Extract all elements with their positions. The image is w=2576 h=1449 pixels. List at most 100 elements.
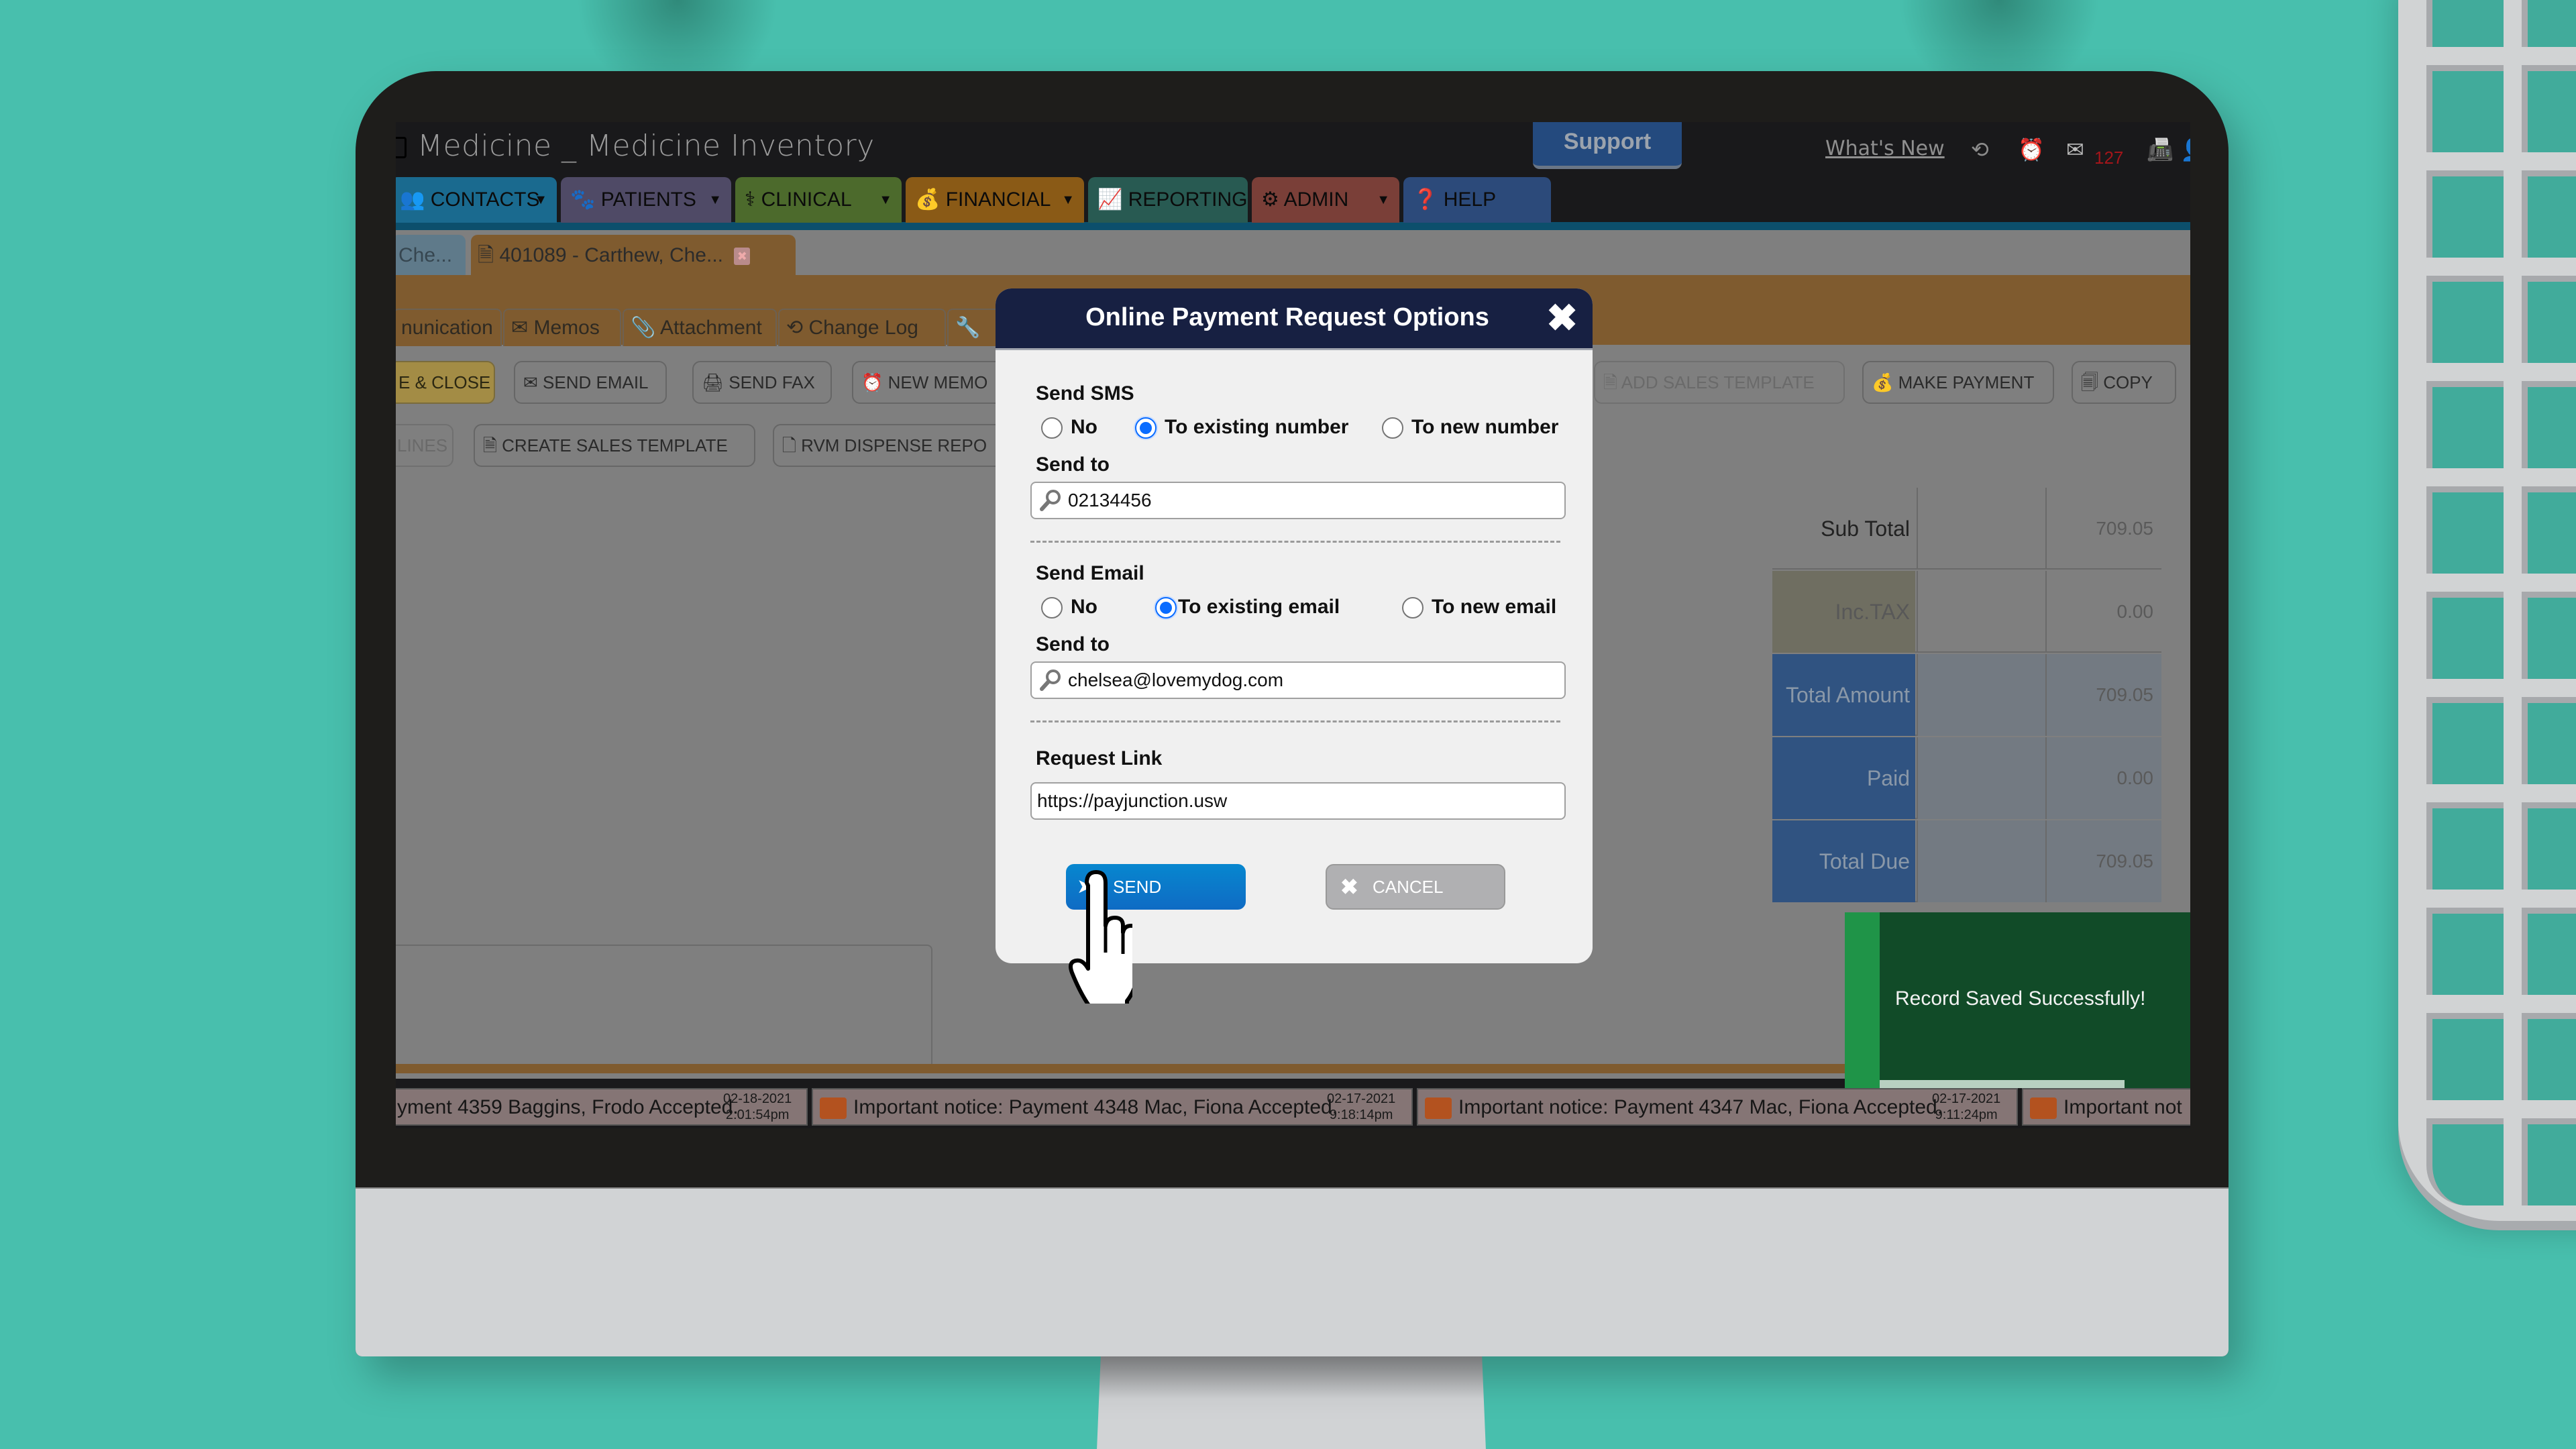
create-sales-template-button[interactable]: 🗎 CREATE SALES TEMPLATE — [474, 424, 755, 467]
email-send-to-input[interactable]: chelsea@lovemydog.com — [1030, 661, 1566, 699]
ticker-timestamp: 02-17-2021 9:18:14pm — [1327, 1091, 1395, 1123]
template-add-icon: 🗎 — [1603, 372, 1617, 392]
button-label: SEND EMAIL — [543, 372, 649, 392]
radio-button[interactable] — [1041, 417, 1063, 439]
ticker-item[interactable]: Important notice: Payment 4348 Mac, Fion… — [812, 1088, 1413, 1126]
copy-button[interactable]: 🗐 COPY — [2072, 361, 2176, 404]
fax-icon[interactable]: 📠 — [2147, 137, 2174, 162]
ticker-item[interactable]: Important not — [2022, 1088, 2190, 1126]
totals-value: 0.00 — [2045, 571, 2161, 653]
close-tab-icon[interactable]: ✖ — [734, 248, 751, 266]
send-fax-button[interactable]: 🖨 SEND FAX — [692, 361, 832, 404]
totals-value: 0.00 — [2045, 737, 2161, 819]
new-memo-button[interactable]: ⏰ NEW MEMO — [852, 361, 1013, 404]
button-label: NEW MEMO — [888, 372, 988, 392]
subtab-label: Change Log — [808, 317, 918, 339]
nav-tab-contacts[interactable]: 👥 CONTACTS ▼ — [396, 177, 557, 223]
sms-send-to-label: Send to — [1036, 453, 1110, 476]
sms-option-existing[interactable]: To existing number — [1135, 416, 1348, 439]
make-payment-button[interactable]: 💰 MAKE PAYMENT — [1862, 361, 2054, 404]
nav-tab-admin[interactable]: ⚙ ADMIN ▼ — [1252, 177, 1399, 223]
grid-pane — [2522, 276, 2576, 363]
ticker-date: 02-17-2021 — [1327, 1091, 1396, 1106]
chevron-down-icon[interactable]: ▼ — [1061, 177, 1075, 223]
subtab-change-log[interactable]: ⟲ Change Log — [778, 309, 946, 346]
radio-button[interactable] — [1382, 417, 1403, 439]
grid-pane — [2522, 486, 2576, 574]
rvm-dispense-report-button[interactable]: 🗋 RVM DISPENSE REPO — [773, 424, 1028, 467]
user-icon[interactable]: 👤 — [2180, 137, 2190, 162]
button-label: COPY — [2103, 372, 2153, 392]
ticker-item[interactable]: yment 4359 Baggins, Frodo Accepted. 02-1… — [396, 1088, 808, 1126]
subtab-attachment[interactable]: 📎 Attachment — [623, 309, 777, 346]
pdf-icon: 🗋 — [782, 435, 796, 455]
monitor-chin — [356, 1187, 2229, 1356]
nav-tab-reporting[interactable]: 📈 REPORTING — [1088, 177, 1248, 223]
nav-tab-help[interactable]: ❓ HELP — [1403, 177, 1551, 223]
email-option-new[interactable]: To new email — [1402, 596, 1556, 619]
totals-value: 709.05 — [2045, 654, 2161, 736]
send-email-heading: Send Email — [1036, 562, 1144, 584]
sms-option-new[interactable]: To new number — [1382, 416, 1558, 439]
totals-row-tax: Inc.TAX 0.00 — [1772, 571, 2161, 653]
chevron-down-icon[interactable]: ▼ — [708, 177, 722, 223]
sms-send-to-input[interactable]: 02134456 — [1030, 482, 1566, 519]
subtab-tools[interactable]: 🔧 — [947, 309, 1001, 346]
subtab-communication[interactable]: nunication — [396, 309, 502, 346]
radio-label: No — [1071, 596, 1097, 618]
history-icon[interactable]: ⟲ — [1971, 137, 1989, 162]
save-and-close-button[interactable]: E & CLOSE — [396, 361, 495, 404]
radio-button[interactable] — [1041, 597, 1063, 619]
nav-tab-label: PATIENTS — [600, 189, 696, 211]
subtab-memos[interactable]: ✉ Memos — [503, 309, 621, 346]
mail-icon[interactable]: ✉ — [2066, 137, 2084, 162]
sms-option-no[interactable]: No — [1041, 416, 1097, 439]
support-button[interactable]: Support — [1533, 122, 1682, 169]
ticker-item[interactable]: Important notice: Payment 4347 Mac, Fion… — [1417, 1088, 2018, 1126]
totals-cell — [1917, 654, 2045, 736]
whats-new-link[interactable]: What's New — [1825, 137, 1945, 160]
button-label: LINES — [397, 435, 448, 455]
grid-pane — [2426, 908, 2504, 995]
send-email-button[interactable]: ✉ SEND EMAIL — [514, 361, 667, 404]
caduceus-icon: ⚕ — [745, 189, 756, 211]
radio-button[interactable] — [1402, 597, 1424, 619]
request-link-input[interactable]: https://payjunction.usw — [1030, 782, 1566, 820]
doc-tab-label: 401089 - Carthew, Che... — [499, 244, 723, 266]
paw-icon: 🐾 — [570, 189, 596, 211]
app-title: Medicine _ Medicine Inventory — [417, 129, 875, 163]
success-toast: Record Saved Successfully! — [1845, 912, 2190, 1088]
doc-tab-active[interactable]: 🗎 401089 - Carthew, Che... ✖ — [471, 235, 796, 276]
chevron-down-icon[interactable]: ▼ — [879, 177, 892, 223]
radio-label: To new email — [1432, 596, 1557, 618]
grid-pane — [2426, 486, 2504, 574]
add-sales-template-button[interactable]: 🗎 ADD SALES TEMPLATE — [1594, 361, 1845, 404]
grid-pane — [2426, 381, 2504, 468]
grid-pane — [2522, 170, 2576, 258]
copy-icon: 🗐 — [2081, 372, 2098, 392]
chevron-down-icon[interactable]: ▼ — [534, 177, 547, 223]
radio-button-selected[interactable] — [1135, 417, 1157, 439]
cancel-button[interactable]: ✖ CANCEL — [1326, 864, 1505, 910]
nav-tab-patients[interactable]: 🐾 PATIENTS ▼ — [561, 177, 731, 223]
ticker-date: 02-17-2021 — [1932, 1091, 2001, 1106]
radio-label: To new number — [1411, 416, 1559, 438]
grid-pane — [2426, 1118, 2504, 1205]
online-payment-request-dialog: Online Payment Request Options ✖ Send SM… — [996, 288, 1593, 963]
section-divider — [1030, 720, 1560, 722]
grid-pane — [2522, 1118, 2576, 1205]
subtab-label: nunication — [401, 317, 493, 339]
radio-button-selected[interactable] — [1155, 597, 1177, 619]
close-icon[interactable]: ✖ — [1546, 298, 1578, 338]
nav-tab-financial[interactable]: 💰 FINANCIAL ▼ — [906, 177, 1084, 223]
email-option-existing[interactable]: To existing email — [1155, 596, 1340, 619]
doc-tab-inactive[interactable]: Che... — [396, 235, 466, 276]
nav-tab-clinical[interactable]: ⚕ CLINICAL ▼ — [735, 177, 902, 223]
radio-label: To existing email — [1178, 596, 1340, 618]
contacts-icon: 👥 — [400, 189, 425, 211]
email-option-no[interactable]: No — [1041, 596, 1097, 619]
grid-pane — [2522, 802, 2576, 890]
alarm-icon[interactable]: ⏰ — [2018, 137, 2045, 162]
chevron-down-icon[interactable]: ▼ — [1377, 177, 1390, 223]
lines-button[interactable]: LINES — [396, 424, 453, 467]
